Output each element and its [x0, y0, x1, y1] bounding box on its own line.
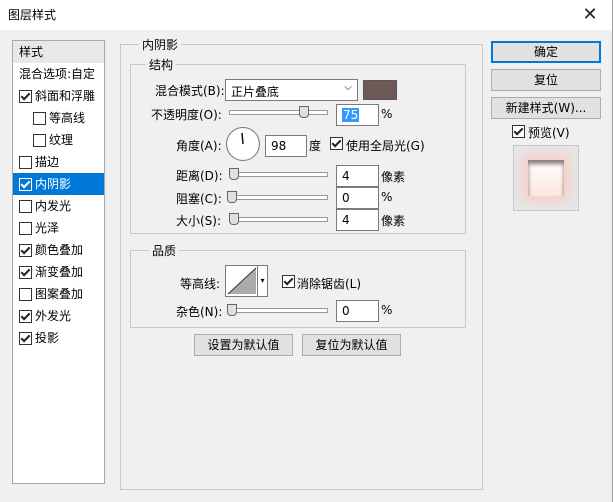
size-slider-thumb[interactable]: [229, 213, 239, 225]
style-item-stroke[interactable]: 描边: [13, 151, 104, 173]
angle-input[interactable]: 98: [265, 135, 307, 157]
color-overlay-checkbox[interactable]: [19, 244, 32, 257]
gradient-overlay-checkbox[interactable]: [19, 266, 32, 279]
window-title: 图层样式: [8, 8, 57, 22]
style-item-drop-shadow[interactable]: 投影: [13, 327, 104, 349]
style-item-satin[interactable]: 光泽: [13, 217, 104, 239]
global-light-label: 使用全局光(G): [346, 139, 425, 153]
anti-alias-label: 消除锯齿(L): [297, 277, 362, 291]
inner-glow-checkbox[interactable]: [19, 200, 32, 213]
chevron-down-icon: ⌵: [344, 82, 352, 93]
inner-shadow-group-title: 内阴影: [139, 36, 182, 53]
choke-slider[interactable]: [227, 190, 328, 204]
size-label: 大小(S):: [176, 214, 222, 228]
linear-contour-icon: [227, 267, 257, 295]
contour-picker[interactable]: [225, 265, 259, 297]
choke-slider-thumb[interactable]: [227, 191, 237, 203]
style-item-bevel-emboss[interactable]: 斜面和浮雕: [13, 85, 104, 107]
distance-slider-thumb[interactable]: [229, 168, 239, 180]
noise-input[interactable]: 0: [336, 300, 379, 322]
distance-label: 距离(D):: [176, 169, 223, 183]
angle-needle-icon: [241, 132, 244, 145]
size-input[interactable]: 4: [336, 209, 379, 231]
style-item-texture[interactable]: 纹理: [13, 129, 104, 151]
style-item-contour[interactable]: 等高线: [13, 107, 104, 129]
reset-button[interactable]: 复位: [491, 69, 601, 91]
style-item-inner-shadow[interactable]: 内阴影: [13, 173, 104, 195]
style-item-pattern-overlay[interactable]: 图案叠加: [13, 283, 104, 305]
set-default-button[interactable]: 设置为默认值: [194, 334, 293, 356]
structure-title: 结构: [146, 56, 177, 73]
quality-title: 品质: [149, 242, 180, 259]
satin-checkbox[interactable]: [19, 222, 32, 235]
distance-input[interactable]: 4: [336, 165, 379, 187]
style-item-inner-glow[interactable]: 内发光: [13, 195, 104, 217]
anti-alias-checkbox[interactable]: [282, 275, 295, 288]
stroke-checkbox[interactable]: [19, 156, 32, 169]
angle-dial[interactable]: [226, 127, 260, 161]
styles-header[interactable]: 样式: [13, 41, 104, 63]
preview-checkbox[interactable]: [512, 125, 525, 138]
opacity-unit: %: [381, 107, 393, 121]
preview-label: 预览(V): [528, 126, 570, 140]
title-bar: [0, 0, 613, 30]
close-button[interactable]: ✕: [570, 2, 610, 28]
opacity-slider-thumb[interactable]: [299, 106, 309, 118]
reset-default-button[interactable]: 复位为默认值: [302, 334, 401, 356]
inner-shadow-checkbox[interactable]: [19, 178, 32, 191]
style-item-outer-glow[interactable]: 外发光: [13, 305, 104, 327]
noise-unit: %: [381, 303, 393, 317]
blend-mode-label: 混合模式(B):: [155, 84, 225, 98]
outer-glow-checkbox[interactable]: [19, 310, 32, 323]
choke-label: 阻塞(C):: [176, 192, 222, 206]
preview-swatch: [528, 160, 564, 196]
bevel-emboss-checkbox[interactable]: [19, 90, 32, 103]
blend-options-item[interactable]: 混合选项:自定: [13, 63, 104, 85]
distance-unit: 像素: [381, 170, 406, 184]
opacity-label: 不透明度(O):: [151, 108, 222, 122]
style-item-gradient-overlay[interactable]: 渐变叠加: [13, 261, 104, 283]
noise-label: 杂色(N):: [176, 305, 223, 319]
size-unit: 像素: [381, 214, 406, 228]
style-item-color-overlay[interactable]: 颜色叠加: [13, 239, 104, 261]
opacity-input[interactable]: 75: [336, 104, 379, 126]
size-slider[interactable]: [229, 212, 328, 226]
choke-input[interactable]: 0: [336, 187, 379, 209]
texture-checkbox[interactable]: [33, 134, 46, 147]
noise-slider-thumb[interactable]: [227, 304, 237, 316]
choke-unit: %: [381, 190, 393, 204]
blend-mode-select[interactable]: 正片叠底 ⌵: [225, 79, 358, 101]
contour-checkbox[interactable]: [33, 112, 46, 125]
shadow-color-swatch[interactable]: [363, 80, 397, 100]
contour-dropdown-arrow[interactable]: ▾: [257, 265, 268, 297]
angle-label: 角度(A):: [176, 139, 222, 153]
new-style-button[interactable]: 新建样式(W)...: [491, 97, 601, 119]
style-preview: [513, 145, 579, 211]
styles-list: 样式 混合选项:自定 斜面和浮雕 等高线 纹理 描边 内阴影 内发光 光泽 颜色…: [12, 40, 105, 484]
noise-slider[interactable]: [227, 303, 328, 317]
angle-unit: 度: [309, 139, 322, 153]
ok-button[interactable]: 确定: [491, 41, 601, 63]
contour-label: 等高线:: [180, 277, 221, 291]
pattern-overlay-checkbox[interactable]: [19, 288, 32, 301]
drop-shadow-checkbox[interactable]: [19, 332, 32, 345]
global-light-checkbox[interactable]: [330, 137, 343, 150]
distance-slider[interactable]: [229, 167, 328, 181]
opacity-slider[interactable]: [229, 105, 328, 119]
